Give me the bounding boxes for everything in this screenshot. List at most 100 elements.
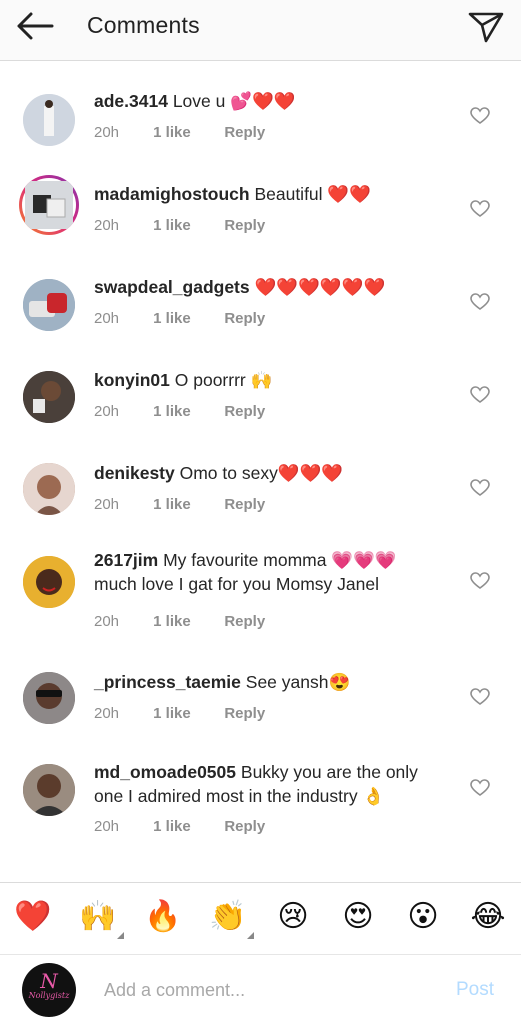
- post-button[interactable]: Post: [456, 979, 494, 1001]
- avatar[interactable]: [19, 175, 79, 235]
- reply-button[interactable]: Reply: [224, 818, 265, 835]
- arrow-left-icon[interactable]: [16, 10, 56, 42]
- emoji-label: ❤️: [14, 899, 52, 934]
- avatar[interactable]: [23, 94, 75, 146]
- comment-time: 20h: [94, 496, 120, 513]
- heart-icon[interactable]: [470, 572, 490, 590]
- emoji-label: 😍: [342, 899, 374, 934]
- comment-time: 20h: [94, 705, 120, 722]
- emoji-label: 🔥: [144, 899, 182, 934]
- comment-meta: 20h 1 like Reply: [94, 403, 265, 420]
- avatar[interactable]: N Nollygistz: [22, 963, 76, 1017]
- avatar[interactable]: [23, 463, 75, 515]
- comment-body: Love u 💕❤️❤️: [172, 91, 296, 111]
- comment-body: Beautiful ❤️❤️: [254, 184, 371, 204]
- avatar[interactable]: [23, 764, 75, 816]
- comment-likes[interactable]: 1 like: [153, 217, 220, 234]
- reply-button[interactable]: Reply: [224, 310, 265, 327]
- heart-icon[interactable]: [470, 200, 490, 218]
- comment-username[interactable]: 2617jim: [94, 550, 158, 570]
- reply-button[interactable]: Reply: [224, 705, 265, 722]
- comment-text: madamighostouch Beautiful ❤️❤️: [94, 182, 444, 206]
- comment-meta: 20h 1 like Reply: [94, 310, 265, 327]
- page-title: Comments: [87, 12, 200, 38]
- comment-body: ❤️❤️❤️❤️❤️❤️: [254, 277, 386, 297]
- comment-likes[interactable]: 1 like: [153, 818, 220, 835]
- comment-time: 20h: [94, 613, 120, 630]
- emoji-clap-button[interactable]: 👏: [208, 899, 254, 939]
- skin-tone-indicator-icon: [117, 932, 124, 939]
- reply-button[interactable]: Reply: [224, 496, 265, 513]
- comment-meta: 20h 1 like Reply: [94, 496, 265, 513]
- emoji-raised-hands-button[interactable]: 🙌: [78, 899, 124, 939]
- reply-button[interactable]: Reply: [224, 217, 265, 234]
- comment-username[interactable]: denikesty: [94, 463, 175, 483]
- comment-input[interactable]: [104, 977, 404, 1003]
- avatar[interactable]: [23, 672, 75, 724]
- heart-icon[interactable]: [470, 779, 490, 797]
- comment-text: konyin01 O poorrrr 🙌: [94, 368, 444, 392]
- avatar[interactable]: [23, 556, 75, 608]
- comments-list[interactable]: ade.3414 Love u 💕❤️❤️ 20h 1 like Reply m…: [0, 61, 521, 881]
- comment-meta: 20h 1 like Reply: [94, 124, 265, 141]
- skin-tone-indicator-icon: [247, 932, 254, 939]
- comment-text: 2617jim My favourite momma 💗💗💗 much love…: [94, 548, 444, 596]
- comment-meta: 20h 1 like Reply: [94, 818, 265, 835]
- heart-icon[interactable]: [470, 293, 490, 311]
- emoji-cry-button[interactable]: 😢: [273, 899, 313, 935]
- reply-button[interactable]: Reply: [224, 124, 265, 141]
- comment-username[interactable]: konyin01: [94, 370, 170, 390]
- paper-plane-icon[interactable]: [466, 8, 506, 44]
- comment-composer: N Nollygistz Post: [0, 954, 521, 1025]
- emoji-fire-button[interactable]: 🔥: [143, 899, 183, 935]
- emoji-label: 😢: [277, 899, 309, 934]
- heart-icon[interactable]: [470, 386, 490, 404]
- heart-icon[interactable]: [470, 688, 490, 706]
- comment-time: 20h: [94, 124, 120, 141]
- emoji-joy-button[interactable]: 😂: [468, 899, 508, 935]
- comment-text: denikesty Omo to sexy❤️❤️❤️: [94, 461, 444, 485]
- comment-likes[interactable]: 1 like: [153, 705, 220, 722]
- comment-text: ade.3414 Love u 💕❤️❤️: [94, 89, 444, 113]
- comment-body: Omo to sexy❤️❤️❤️: [179, 463, 344, 483]
- comment-time: 20h: [94, 217, 120, 234]
- comment-text: _princess_taemie See yansh😍: [94, 670, 444, 694]
- logo-mark: N: [40, 969, 58, 993]
- comment-text: swapdeal_gadgets ❤️❤️❤️❤️❤️❤️: [94, 275, 444, 299]
- comment-username[interactable]: swapdeal_gadgets: [94, 277, 250, 297]
- comment-time: 20h: [94, 403, 120, 420]
- emoji-surprised-button[interactable]: 😮: [403, 899, 443, 935]
- comment-likes[interactable]: 1 like: [153, 403, 220, 420]
- emoji-label: 👏: [209, 899, 247, 934]
- comment-time: 20h: [94, 310, 120, 327]
- comment-username[interactable]: md_omoade0505: [94, 762, 236, 782]
- reply-button[interactable]: Reply: [224, 403, 265, 420]
- comment-likes[interactable]: 1 like: [153, 613, 220, 630]
- comment-text: md_omoade0505 Bukky you are the only one…: [94, 760, 444, 808]
- comment-meta: 20h 1 like Reply: [94, 705, 265, 722]
- logo: N Nollygistz: [26, 971, 72, 1001]
- reply-button[interactable]: Reply: [224, 613, 265, 630]
- comment-time: 20h: [94, 818, 120, 835]
- emoji-heart-eyes-button[interactable]: 😍: [338, 899, 378, 935]
- emoji-label: 😂: [470, 899, 506, 934]
- avatar[interactable]: [23, 371, 75, 423]
- heart-icon[interactable]: [470, 479, 490, 497]
- comment-meta: 20h 1 like Reply: [94, 613, 265, 630]
- emoji-heart-button[interactable]: ❤️: [13, 899, 53, 935]
- comment-body: O poorrrr 🙌: [174, 370, 273, 390]
- emoji-label: 😮: [407, 899, 439, 934]
- logo-text: Nollygistz: [28, 991, 70, 1000]
- comment-likes[interactable]: 1 like: [153, 496, 220, 513]
- emoji-label: 🙌: [79, 899, 117, 934]
- avatar[interactable]: [23, 279, 75, 331]
- comment-likes[interactable]: 1 like: [153, 124, 220, 141]
- comment-username[interactable]: madamighostouch: [94, 184, 250, 204]
- comment-username[interactable]: ade.3414: [94, 91, 168, 111]
- heart-icon[interactable]: [470, 107, 490, 125]
- comment-body: See yansh😍: [245, 672, 351, 692]
- comment-likes[interactable]: 1 like: [153, 310, 220, 327]
- emoji-quick-bar: ❤️ 🙌 🔥 👏 😢 😍 😮 😂: [0, 882, 521, 955]
- comment-username[interactable]: _princess_taemie: [94, 672, 241, 692]
- top-bar: Comments: [0, 0, 521, 61]
